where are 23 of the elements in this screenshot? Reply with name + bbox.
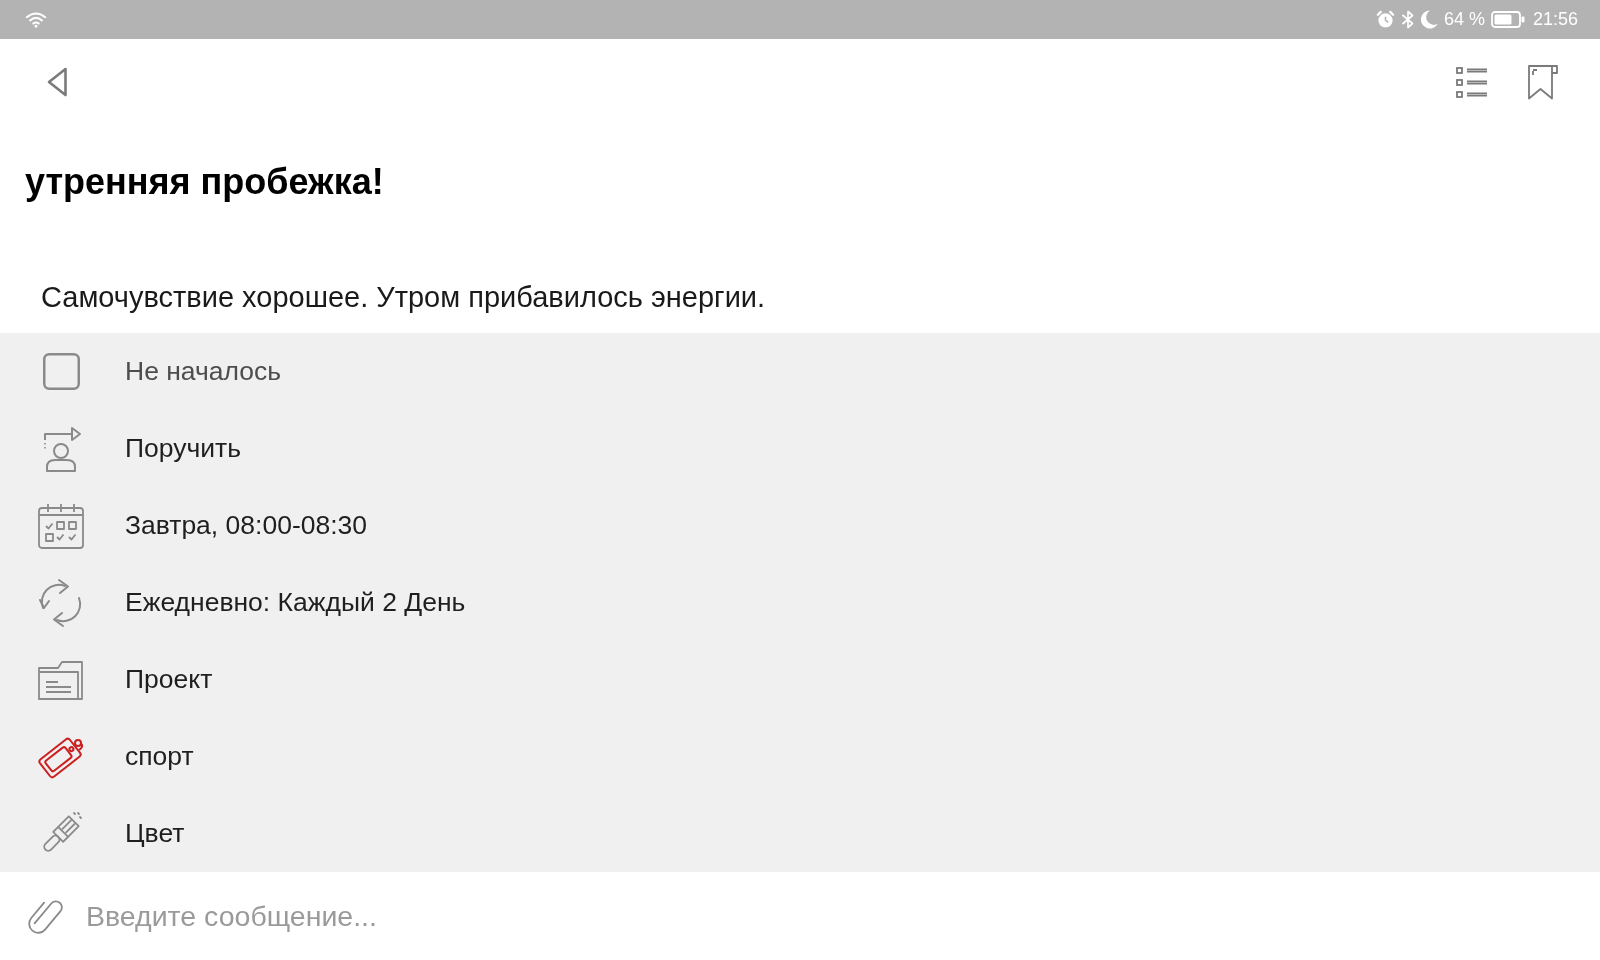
battery-percent: 64 % [1443,9,1485,30]
task-description: Самочувствие хорошее. Утром прибавилось энергии. [41,280,767,315]
battery-icon [1490,11,1525,28]
calendar-icon [38,502,84,549]
assign-label[interactable]: Поручить [125,433,242,464]
status-label[interactable]: Не началось [125,356,282,387]
project-label[interactable]: Проект [125,664,213,695]
wifi-icon [25,11,47,28]
status-checkbox[interactable] [42,353,80,390]
clock-time: 21:56 [1532,9,1578,30]
color-label[interactable]: Цвет [125,818,185,849]
folder-icon [38,659,84,700]
date-label[interactable]: Завтра, 08:00-08:30 [125,510,368,541]
message-field[interactable]: Введите сообщение... [86,894,1576,938]
bookmark-icon[interactable] [1528,64,1558,100]
tag-label[interactable]: спорт [125,741,194,772]
task-title: утренняя пробежка! [25,160,385,204]
bluetooth-icon [1400,10,1415,29]
alarm-icon [1375,10,1395,29]
moon-icon [1420,10,1438,29]
list-icon[interactable] [1456,66,1487,98]
back-icon[interactable] [46,67,68,97]
repeat-label[interactable]: Ежедневно: Каждый 2 День [125,587,466,618]
